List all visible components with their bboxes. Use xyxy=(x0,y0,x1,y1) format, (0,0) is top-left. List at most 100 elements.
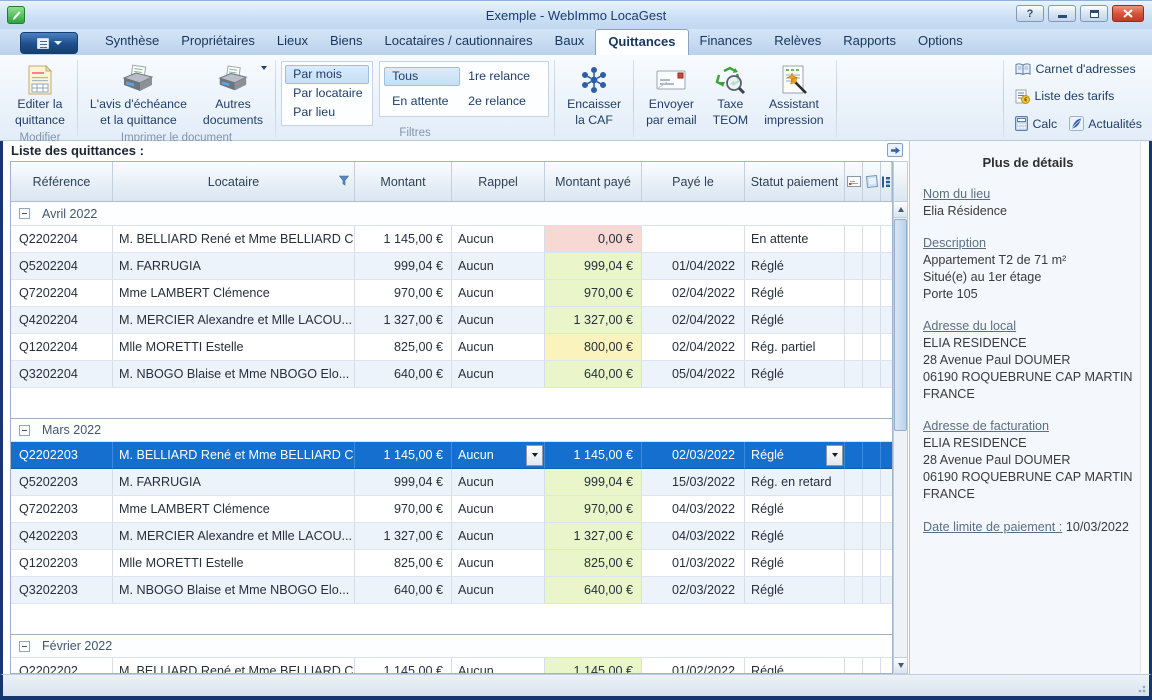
close-button[interactable] xyxy=(1112,5,1144,22)
table-row[interactable]: Q4202203M. MERCIER Alexandre et Mlle LAC… xyxy=(11,523,892,550)
cell-locataire: M. MERCIER Alexandre et Mlle LACOU... xyxy=(113,307,355,334)
maximize-button[interactable] xyxy=(1080,5,1108,22)
cell-email-flag xyxy=(845,523,863,550)
details-section-description: DescriptionAppartement T2 de 71 m²Situé(… xyxy=(923,236,1133,303)
column-header-montant-paye[interactable]: Montant payé xyxy=(545,162,642,201)
table-row[interactable]: Q3202203M. NBOGO Blaise et Mme NBOGO Elo… xyxy=(11,577,892,604)
tab-options[interactable]: Options xyxy=(907,29,974,55)
column-header-locataire[interactable]: Locataire xyxy=(113,162,355,201)
cell-montant: 1 327,00 € xyxy=(355,523,452,550)
print-assistant-button[interactable]: Assistant impression xyxy=(757,59,830,131)
send-email-button[interactable]: Envoyer par email xyxy=(639,59,704,131)
table-row[interactable]: Q7202204Mme LAMBERT Clémence970,00 €Aucu… xyxy=(11,280,892,307)
cell-paye-le: 02/03/2022 xyxy=(642,442,745,469)
resize-grip[interactable] xyxy=(1134,681,1146,693)
column-header-montant[interactable]: Montant xyxy=(355,162,452,201)
teom-tax-button[interactable]: Taxe TEOM xyxy=(706,59,756,131)
minimize-button[interactable] xyxy=(1048,5,1076,22)
printer-icon xyxy=(120,63,156,97)
filter-option-2e-relance[interactable]: 2e relance xyxy=(460,92,544,111)
tab-propri-taires[interactable]: Propriétaires xyxy=(170,29,266,55)
help-button[interactable]: ? xyxy=(1016,5,1044,22)
filter-option-par-lieu[interactable]: Par lieu xyxy=(285,103,369,122)
table-row[interactable]: Q4202204M. MERCIER Alexandre et Mlle LAC… xyxy=(11,307,892,334)
column-header-email[interactable] xyxy=(845,162,863,201)
cell-tree-flag xyxy=(881,442,892,469)
table-body: Avril 2022Q2202204M. BELLIARD René et Mm… xyxy=(11,202,892,674)
calculator-link[interactable]: Calc xyxy=(1015,116,1057,131)
cell-reference: Q3202203 xyxy=(11,577,113,604)
edit-receipt-button[interactable]: Editer la quittance xyxy=(8,59,72,131)
other-documents-button[interactable]: Autres documents xyxy=(196,59,270,131)
ribbon-separator xyxy=(554,60,555,137)
group-label: Février 2022 xyxy=(42,639,112,653)
tab-rapports[interactable]: Rapports xyxy=(832,29,907,55)
tab-lieux[interactable]: Lieux xyxy=(266,29,319,55)
column-header-note[interactable] xyxy=(863,162,881,201)
tab-quittances[interactable]: Quittances xyxy=(595,29,688,55)
cell-statut: Réglé xyxy=(745,253,845,280)
filter-funnel-icon[interactable] xyxy=(339,175,349,189)
collect-caf-button[interactable]: Encaisser la CAF xyxy=(560,59,628,131)
dropdown-button[interactable] xyxy=(526,445,543,466)
tab-synth-se[interactable]: Synthèse xyxy=(94,29,170,55)
column-header-reference[interactable]: Référence xyxy=(11,162,113,201)
arrow-right-icon xyxy=(890,146,901,155)
address-book-link[interactable]: Carnet d'adresses xyxy=(1015,62,1135,76)
table-row[interactable]: Q5202203M. FARRUGIA999,04 €Aucun999,04 €… xyxy=(11,469,892,496)
column-header-rappel[interactable]: Rappel xyxy=(452,162,545,201)
vertical-scrollbar[interactable] xyxy=(893,201,908,674)
tariff-list-link[interactable]: Liste des tarifs xyxy=(1015,89,1114,104)
table-row[interactable]: Q1202204Mlle MORETTI Estelle825,00 €Aucu… xyxy=(11,334,892,361)
filter-option-par-locataire[interactable]: Par locataire xyxy=(285,84,369,103)
column-header-paye-le[interactable]: Payé le xyxy=(642,162,745,201)
tab-baux[interactable]: Baux xyxy=(544,29,596,55)
expand-panel-button[interactable] xyxy=(887,143,903,157)
news-link[interactable]: Actualités xyxy=(1069,116,1142,131)
scroll-up-button[interactable] xyxy=(894,202,907,218)
filter-option-tous[interactable]: Tous xyxy=(384,67,460,86)
section-line: Elia Résidence xyxy=(923,203,1133,220)
scrollbar-thumb[interactable] xyxy=(894,219,907,431)
app-menu-button[interactable] xyxy=(20,32,78,54)
column-header-tree[interactable] xyxy=(881,162,892,201)
print-notice-receipt-button[interactable]: L'avis d'échéance et la quittance xyxy=(83,59,194,131)
cell-note-flag xyxy=(863,307,881,334)
collapse-icon[interactable] xyxy=(19,641,30,652)
collapse-icon[interactable] xyxy=(19,425,30,436)
cell-paye-le: 01/03/2022 xyxy=(642,550,745,577)
table-row[interactable]: Q2202204M. BELLIARD René et Mme BELLIARD… xyxy=(11,226,892,253)
titlebar: Exemple - WebImmo LocaGest ? xyxy=(0,1,1152,29)
section-heading: Adresse de facturation xyxy=(923,419,1133,433)
cell-email-flag xyxy=(845,226,863,253)
table-row[interactable]: Q5202204M. FARRUGIA999,04 €Aucun999,04 €… xyxy=(11,253,892,280)
cell-note-flag xyxy=(863,496,881,523)
table-row[interactable]: Q2202203M. BELLIARD René et Mme BELLIARD… xyxy=(11,442,892,469)
cell-reference: Q5202203 xyxy=(11,469,113,496)
collapse-icon[interactable] xyxy=(19,208,30,219)
cell-rappel: Aucun xyxy=(452,658,545,674)
table-header: Référence Locataire Montant Rappel Monta… xyxy=(11,162,892,202)
cell-paye-le: 02/03/2022 xyxy=(642,577,745,604)
table-row[interactable]: Q7202203Mme LAMBERT Clémence970,00 €Aucu… xyxy=(11,496,892,523)
group-row-f-vrier-2022: Février 2022 xyxy=(11,634,892,658)
table-row[interactable]: Q1202203Mlle MORETTI Estelle825,00 €Aucu… xyxy=(11,550,892,577)
table-row[interactable]: Q2202202M. BELLIARD René et Mme BELLIARD… xyxy=(11,658,892,674)
cell-rappel: Aucun xyxy=(452,307,545,334)
cell-email-flag xyxy=(845,658,863,674)
cell-paye-le: 02/04/2022 xyxy=(642,334,745,361)
column-header-statut[interactable]: Statut paiement xyxy=(745,162,845,201)
app-window: Exemple - WebImmo LocaGest ? SynthèsePro… xyxy=(0,0,1152,700)
filter-option-1re-relance[interactable]: 1re relance xyxy=(460,67,544,86)
table-row[interactable]: Q3202204M. NBOGO Blaise et Mme NBOGO Elo… xyxy=(11,361,892,388)
filter-option-par-mois[interactable]: Par mois xyxy=(285,65,369,84)
dropdown-button[interactable] xyxy=(826,445,843,466)
scroll-down-button[interactable] xyxy=(894,657,907,673)
cell-statut: Réglé xyxy=(745,280,845,307)
tab-finances[interactable]: Finances xyxy=(689,29,764,55)
section-line: Appartement T2 de 71 m² xyxy=(923,252,1133,269)
tab-locataires-cautionnaires[interactable]: Locataires / cautionnaires xyxy=(374,29,544,55)
filter-option-en-attente[interactable]: En attente xyxy=(384,92,460,111)
tab-biens[interactable]: Biens xyxy=(319,29,374,55)
tab-rel-ves[interactable]: Relèves xyxy=(763,29,832,55)
